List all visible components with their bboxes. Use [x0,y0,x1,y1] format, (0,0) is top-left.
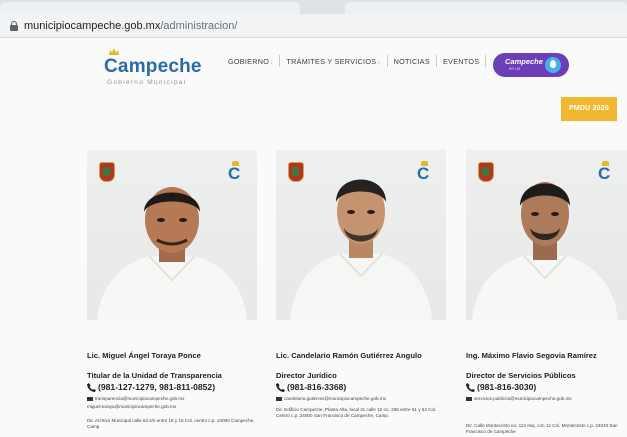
staff-phone[interactable]: (981-127-1279, 981-811-0852) [87,382,215,392]
staff-name: Lic. Candelario Ramón Gutiérrez Angulo [276,351,422,360]
staff-email[interactable]: candelario.gutierrez@municipiocampeche.g… [276,396,386,401]
mail-icon [276,396,282,401]
mail-icon [87,396,93,401]
person-portrait [290,179,432,320]
mail-icon [466,396,472,401]
site-logo[interactable]: Campeche Gobierno Municipal [104,48,204,88]
staff-card: C Ing. Máximo Flavio Segovia Ramírez Dir… [466,150,627,434]
url-path: /administracion/ [160,20,238,32]
phone-icon [276,382,285,392]
phone-icon [466,382,475,392]
browser-tab-strip [0,0,627,14]
staff-name: Lic. Miguel Ángel Toraya Ponce [87,351,201,360]
campaign-badge[interactable]: Campeche en un [493,53,569,77]
staff-email[interactable]: transparencia@municipiocampeche.gob.mx [87,396,184,401]
staff-address: Dir. Archivo Municipal calle 63 s/n entr… [87,418,255,429]
nav-divider [485,55,487,67]
nav-item-tramites[interactable]: TRÁMITES Y SERVICIOS↓ [280,57,386,66]
main-nav: GOBIERNO↓ TRÁMITES Y SERVICIOS↓ NOTICIAS… [222,54,487,68]
staff-email[interactable]: servicios.publicos@municipiocampeche.gob… [466,396,572,401]
person-portrait [97,187,247,320]
staff-photo: C [276,150,446,320]
url-host: municipiocampeche.gob.mx [24,20,161,32]
staff-role: Director Jurídico [276,371,337,380]
crown-icon [109,48,119,55]
nav-item-noticias[interactable]: NOTICIAS [388,57,436,66]
address-bar[interactable]: municipiocampeche.gob.mx/administracion/ [0,14,627,38]
staff-address: Dir. Edificio Campeche, Planta Alta, loc… [276,407,437,418]
water-drop-icon [545,57,561,73]
staff-card: C Lic. Miguel Ángel Toraya Ponce Titular… [87,150,259,429]
staff-role: Director de Servicios Públicos [466,371,576,380]
nav-item-gobierno[interactable]: GOBIERNO↓ [222,57,279,66]
phone-icon [87,382,96,392]
pmdu-button[interactable]: PMDU 2020 [561,97,617,121]
browser-tab[interactable] [345,2,627,14]
staff-card: C Lic. Candelario Ramón Gutiérrez Angulo… [276,150,448,418]
lock-icon[interactable] [10,21,18,31]
campaign-badge-text: Campeche [505,57,543,66]
person-portrait [472,182,618,320]
chevron-down-icon: ↓ [377,59,381,66]
browser-tab[interactable] [0,2,300,14]
logo-subtitle: Gobierno Municipal [107,79,187,86]
staff-photo: C [87,150,257,320]
nav-item-eventos[interactable]: EVENTOS [437,57,485,66]
chevron-down-icon: ↓ [270,59,274,66]
staff-role: Titular de la Unidad de Transparencia [87,371,222,380]
web-page: Campeche Gobierno Municipal GOBIERNO↓ TR… [0,38,627,437]
staff-address: Dir. Calle Montecristo no. 112 esq. con … [466,423,618,434]
staff-name: Ing. Máximo Flavio Segovia Ramírez [466,351,597,360]
url-text[interactable]: municipiocampeche.gob.mx/administracion/ [24,20,237,32]
logo-name: Campeche [104,56,202,77]
staff-email-secondary[interactable]: miguel.toraya@municipiocampeche.gob.mx [87,404,176,409]
staff-photo: C [466,150,627,320]
campaign-badge-subtext: en un [509,66,521,71]
staff-phone[interactable]: (981-816-3030) [466,382,536,392]
staff-phone[interactable]: (981-816-3368) [276,382,346,392]
